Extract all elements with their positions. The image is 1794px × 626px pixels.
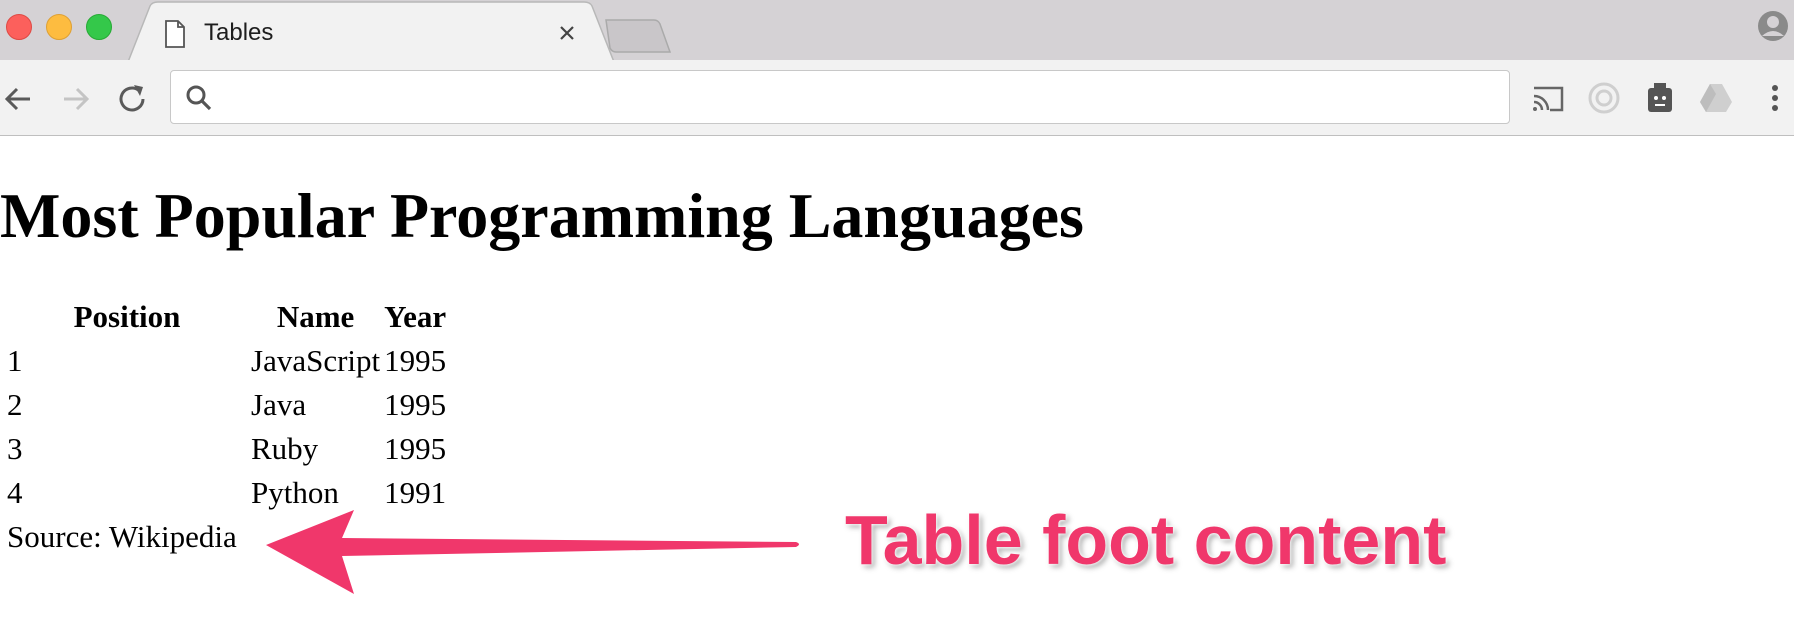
new-tab-button[interactable] [600,18,672,54]
table-cell: 4 [7,475,23,510]
table-cell: Ruby [251,431,319,466]
extension-icon[interactable] [1584,78,1624,118]
table-cell: 1995 [384,343,447,378]
table-cell: JavaScript [251,343,381,378]
table-cell: 1995 [384,431,447,466]
tab-title: Tables [204,19,274,46]
table-cell: Java [251,387,307,422]
column-header: Name [276,299,355,334]
table-row: 1 JavaScript 1995 [6,340,447,382]
profile-icon[interactable] [1756,9,1790,43]
page-title: Most Popular Programming Languages [0,180,1084,251]
annotation-label: Table foot content [845,501,1447,579]
table-cell: 3 [7,431,23,466]
browser-toolbar [0,60,1794,136]
menu-icon[interactable] [1760,78,1790,118]
table-cell: 2 [7,387,23,422]
active-tab[interactable] [0,0,620,62]
column-header: Position [73,299,181,334]
address-input[interactable] [225,71,1499,125]
annotation-arrow-icon [266,510,799,594]
table-row: 2 Java 1995 [6,384,447,426]
table-cell: 1 [7,343,23,378]
address-bar[interactable] [170,70,1510,125]
search-icon [186,85,212,111]
close-icon[interactable] [556,22,578,44]
tab-bar: Tables [0,0,1794,62]
column-header: Year [384,299,447,334]
back-arrow-icon[interactable] [0,79,40,119]
cast-icon[interactable] [1528,78,1568,118]
forward-arrow-icon[interactable] [56,79,96,119]
drive-icon[interactable] [1696,78,1736,118]
table-cell: 1995 [384,387,447,422]
extension-icon[interactable] [1640,78,1680,118]
document-icon [165,20,185,48]
reload-icon[interactable] [112,79,152,119]
table-header-row: Position Name Year [6,296,447,338]
table-row: 3 Ruby 1995 [6,428,447,470]
